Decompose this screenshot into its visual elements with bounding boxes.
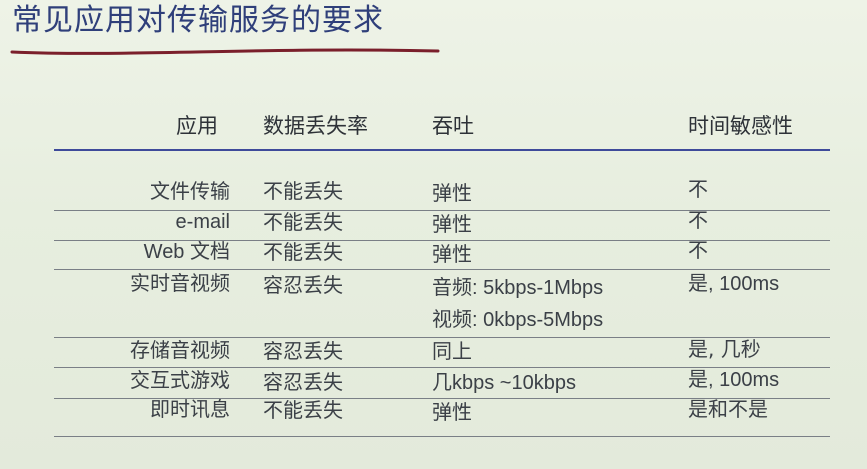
header-time: 时间敏感性 — [688, 114, 793, 138]
cell-throughput: 几kbps ~10kbps — [432, 372, 576, 394]
cell-app: e-mail — [175, 211, 230, 233]
cell-throughput: 弹性 — [432, 400, 472, 424]
slide: 常见应用对传输服务的要求 应用 数据丢失率 吞吐 时间敏感性 文件传输 不能丢失… — [0, 0, 867, 469]
cell-time: 不 — [688, 208, 708, 232]
cell-app: 即时讯息 — [150, 397, 230, 421]
cell-time: 不 — [688, 238, 708, 262]
header-throughput: 吞吐 — [432, 114, 474, 138]
cell-throughput: 弹性 — [432, 242, 472, 266]
cell-loss: 容忍丢失 — [263, 273, 343, 297]
cell-app: 实时音视频 — [130, 271, 230, 295]
cell-loss: 不能丢失 — [263, 210, 343, 234]
cell-time: 是, 100ms — [688, 273, 780, 295]
cell-app: 交互式游戏 — [130, 368, 230, 392]
cell-throughput-line2: 视频: 0kbps-5Mbps — [432, 309, 604, 331]
cell-app: Web 文档 — [143, 241, 230, 263]
cell-loss: 容忍丢失 — [263, 370, 343, 394]
cell-loss: 不能丢失 — [263, 398, 343, 422]
cell-app: 存储音视频 — [130, 338, 230, 362]
header-rule — [54, 149, 830, 151]
cell-app: 文件传输 — [150, 179, 230, 203]
cell-throughput: 弹性 — [432, 181, 472, 205]
cell-loss: 容忍丢失 — [263, 339, 343, 363]
cell-loss: 不能丢失 — [263, 179, 343, 203]
cell-loss: 不能丢失 — [263, 240, 343, 264]
cell-throughput: 音频: 5kbps-1Mbps — [432, 277, 604, 299]
row-divider — [54, 436, 830, 437]
cell-throughput: 同上 — [432, 339, 472, 363]
cell-throughput: 弹性 — [432, 212, 472, 236]
cell-time: 是, 几秒 — [688, 337, 761, 361]
header-loss: 数据丢失率 — [263, 114, 368, 138]
title-underline — [10, 48, 440, 55]
cell-time: 是和不是 — [688, 397, 768, 421]
cell-time: 是, 100ms — [688, 369, 780, 391]
header-app: 应用 — [176, 114, 218, 138]
cell-time: 不 — [688, 177, 708, 201]
slide-title: 常见应用对传输服务的要求 — [12, 3, 384, 38]
